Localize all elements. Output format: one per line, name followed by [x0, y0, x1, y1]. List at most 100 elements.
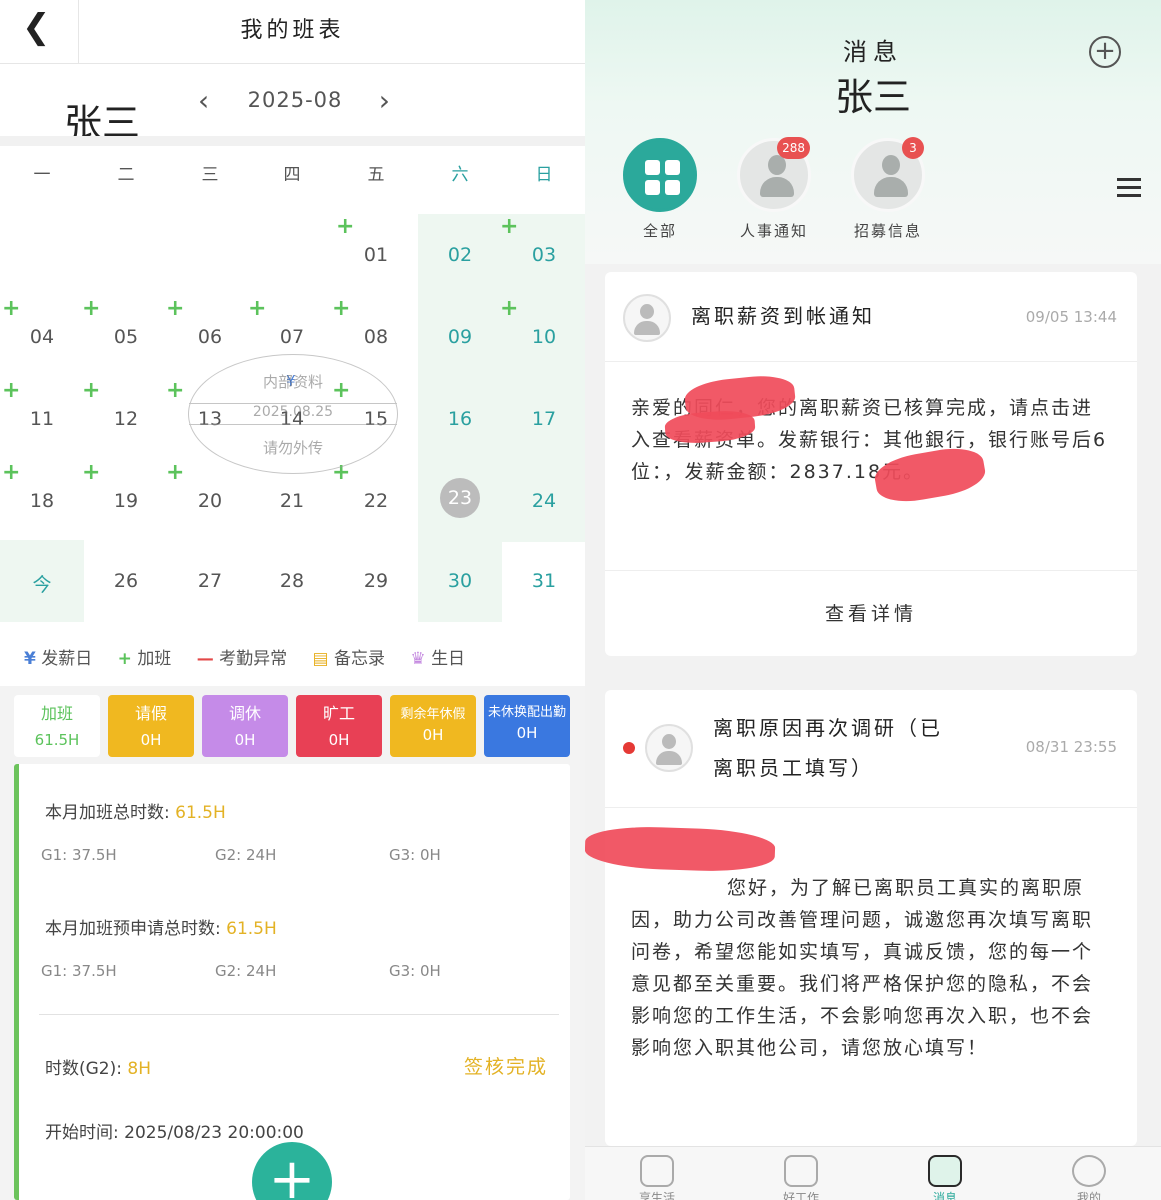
- stamp-text: 内部资料: [262, 373, 323, 391]
- legend-abnormal: — 考勤异常: [197, 644, 297, 669]
- day-number: 09: [447, 326, 473, 348]
- calendar-day[interactable]: 29: [334, 540, 418, 622]
- day-number: 30: [447, 570, 473, 592]
- user-icon: [1072, 1155, 1106, 1187]
- chevron-right-icon[interactable]: ›: [379, 84, 390, 117]
- minus-icon: —: [196, 649, 214, 669]
- tile-overtime[interactable]: 加班 61.5H: [14, 695, 100, 757]
- bag-icon: [784, 1155, 818, 1187]
- tile-label: 剩余年休假: [400, 707, 466, 722]
- weekday-label: 三: [201, 165, 219, 185]
- calendar-day[interactable]: 30: [418, 540, 502, 622]
- overtime-total-value: 61.5H: [175, 803, 226, 823]
- plus-icon: +: [166, 460, 185, 485]
- avatar-icon: [623, 294, 671, 342]
- calendar-day[interactable]: +11: [0, 378, 84, 460]
- plus-icon: +: [2, 296, 21, 321]
- plus-icon: +: [82, 460, 101, 485]
- day-number: 29: [363, 570, 389, 592]
- g2-hours: G2: 24H: [215, 846, 277, 864]
- calendar-day[interactable]: +03: [500, 214, 585, 296]
- apply-g3-hours: G3: 0H: [389, 962, 441, 980]
- message-time: 09/05 13:44: [1025, 308, 1117, 326]
- calendar-day[interactable]: +22: [332, 460, 418, 542]
- chat-icon: [928, 1155, 962, 1187]
- tab-profile[interactable]: 我的: [1017, 1155, 1161, 1200]
- tab-messages[interactable]: 消息: [873, 1155, 1017, 1200]
- overtime-apply-label: 本月加班预申请总时数:: [45, 919, 221, 939]
- view-details-link[interactable]: 查看详情: [605, 570, 1137, 656]
- day-number: 19: [113, 490, 139, 512]
- tile-unused-shift[interactable]: 未休换配出勤 0H: [484, 695, 570, 757]
- day-number: 08: [363, 326, 389, 348]
- calendar-day[interactable]: +01: [334, 214, 418, 296]
- calendar-day[interactable]: 28: [250, 540, 334, 622]
- day-number: 31: [531, 570, 557, 592]
- tile-leave[interactable]: 请假 0H: [108, 695, 194, 757]
- message-time: 08/31 23:55: [1025, 738, 1117, 756]
- stamp-date: 2025.08.25: [252, 404, 334, 420]
- legend-overtime: + 加班: [118, 644, 182, 669]
- tile-annual-leave[interactable]: 剩余年休假 0H: [390, 695, 476, 757]
- calendar-day[interactable]: 27: [168, 540, 252, 622]
- calendar-day: [168, 214, 252, 296]
- calendar-day[interactable]: 09: [418, 296, 502, 378]
- stamp-text: 请勿外传: [262, 439, 323, 457]
- day-number: 12: [113, 408, 139, 430]
- tile-comp-off[interactable]: 调休 0H: [202, 695, 288, 757]
- menu-icon[interactable]: [1117, 178, 1141, 198]
- calendar-day[interactable]: +05: [82, 296, 168, 378]
- calendar-day[interactable]: +10: [500, 296, 585, 378]
- calendar-day[interactable]: +12: [82, 378, 168, 460]
- memo-icon: ▤: [312, 649, 329, 669]
- calendar-legend: ¥ 发薪日 + 加班 — 考勤异常 ▤ 备忘录 ♛ 生日: [24, 644, 584, 670]
- calendar-day[interactable]: 23: [418, 460, 502, 542]
- unread-dot: [623, 742, 635, 754]
- day-number: 24: [531, 490, 557, 512]
- calendar-day[interactable]: 31: [502, 540, 585, 622]
- hours-label: 时数(G2):: [45, 1059, 122, 1079]
- tile-value: 0H: [328, 731, 350, 749]
- calendar-day[interactable]: +18: [0, 460, 84, 542]
- category-all[interactable]: 全部: [623, 138, 697, 241]
- calendar-day[interactable]: 26: [84, 540, 168, 622]
- calendar-day[interactable]: 17: [502, 378, 585, 460]
- calendar-day[interactable]: 今: [0, 540, 84, 622]
- calendar-day: [84, 214, 168, 296]
- plus-icon: +: [500, 296, 519, 321]
- plus-icon: +: [332, 296, 351, 321]
- calendar-day[interactable]: +04: [0, 296, 84, 378]
- legend-birthday: ♛ 生日: [410, 644, 475, 669]
- tile-absence[interactable]: 旷工 0H: [296, 695, 382, 757]
- category-recruitment[interactable]: 3 招募信息: [851, 137, 925, 241]
- calendar-day[interactable]: +20: [166, 460, 252, 542]
- day-number: 今: [32, 574, 52, 596]
- day-number: 16: [447, 408, 473, 430]
- overtime-summary-card: 本月加班总时数: 61.5H G1: 37.5H G2: 24H G3: 0H …: [14, 764, 570, 1200]
- day-number: 17: [531, 408, 557, 430]
- yen-icon: ¥: [24, 649, 36, 669]
- legend-label: 发薪日: [41, 649, 93, 669]
- cake-icon: ♛: [410, 649, 426, 669]
- day-number: 21: [279, 490, 305, 512]
- calendar-day[interactable]: 24: [502, 460, 585, 542]
- weekday-label: 日: [535, 165, 553, 185]
- weekday-label: 一: [33, 165, 51, 185]
- calendar-day[interactable]: +19: [82, 460, 168, 542]
- message-header: 离职原因再次调研（已 离职员工填写） 08/31 23:55: [605, 690, 1137, 808]
- calendar-day[interactable]: 16: [418, 378, 502, 460]
- day-number: 10: [531, 326, 557, 348]
- add-circle-icon[interactable]: +: [1089, 36, 1121, 68]
- tab-life[interactable]: 享生活: [585, 1155, 729, 1200]
- tab-jobs[interactable]: 好工作: [729, 1155, 873, 1200]
- apply-g1-hours: G1: 37.5H: [41, 962, 117, 980]
- message-title: 离职原因再次调研（已: [713, 716, 943, 740]
- message-card[interactable]: 离职原因再次调研（已 离职员工填写） 08/31 23:55 您好，为了解已离职…: [605, 690, 1137, 1146]
- card-divider: [39, 1014, 559, 1015]
- category-hr-notice[interactable]: 288 人事通知: [737, 137, 811, 241]
- calendar-day[interactable]: 02: [418, 214, 502, 296]
- plus-icon: +: [166, 378, 185, 403]
- message-card[interactable]: 离职薪资到帐通知 09/05 13:44 亲爱的同仁，您的离职薪资已核算完成，请…: [605, 272, 1137, 656]
- legend-label: 生日: [431, 649, 466, 669]
- user-name: 张三: [834, 75, 911, 119]
